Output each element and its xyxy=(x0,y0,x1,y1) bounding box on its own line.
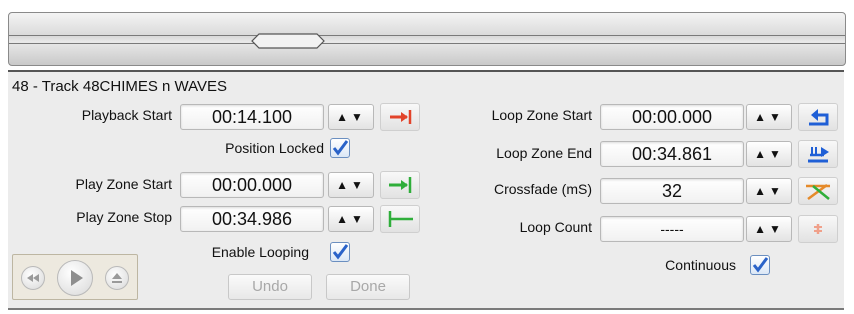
playback-start-field[interactable]: 00:14.100 xyxy=(180,104,324,130)
waveform-scroll-bar[interactable] xyxy=(8,12,846,66)
loop-zone-start-field[interactable]: 00:00.000 xyxy=(600,104,744,130)
loop-count-icon xyxy=(814,224,822,234)
rewind-button[interactable] xyxy=(21,266,45,290)
loop-zone-end-label: Loop Zone End xyxy=(496,145,592,161)
rewind-icon xyxy=(27,274,39,282)
position-locked-label: Position Locked xyxy=(225,140,324,156)
loop-zone-end-stepper[interactable]: ▲▼ xyxy=(746,141,792,167)
play-zone-stop-stepper[interactable]: ▲▼ xyxy=(328,206,374,232)
crossfade-icon xyxy=(806,183,830,201)
play-zone-stop-field[interactable]: 00:34.986 xyxy=(180,206,324,232)
transport-controls xyxy=(12,254,138,300)
position-locked-checkbox[interactable] xyxy=(330,138,350,158)
loop-count-label: Loop Count xyxy=(519,219,592,235)
set-playback-start-button[interactable] xyxy=(380,103,420,131)
play-icon xyxy=(71,270,83,286)
checkmark-icon xyxy=(332,140,349,156)
scroll-grip-handle[interactable] xyxy=(251,33,325,49)
set-zone-start-button[interactable] xyxy=(380,171,420,199)
loop-zone-start-label: Loop Zone Start xyxy=(491,107,592,123)
checkmark-icon xyxy=(332,244,349,260)
checkmark-icon xyxy=(752,257,769,273)
undo-button[interactable]: Undo xyxy=(228,274,312,300)
eject-button[interactable] xyxy=(105,266,129,290)
track-title: 48 - Track 48CHIMES n WAVES xyxy=(12,78,228,95)
loop-zone-start-stepper[interactable]: ▲▼ xyxy=(746,104,792,130)
playback-start-stepper[interactable]: ▲▼ xyxy=(328,104,374,130)
loop-count-stepper[interactable]: ▲▼ xyxy=(746,216,792,242)
loop-count-button[interactable] xyxy=(798,215,838,243)
play-zone-start-field[interactable]: 00:00.000 xyxy=(180,172,324,198)
crossfade-stepper[interactable]: ▲▼ xyxy=(746,178,792,204)
loop-end-icon xyxy=(808,147,829,163)
scroll-rail-bottom xyxy=(9,43,845,44)
set-playback-start-icon xyxy=(390,110,412,124)
set-zone-stop-icon xyxy=(388,211,413,227)
track-settings-window: 48 - Track 48CHIMES n WAVES Playback Sta… xyxy=(0,0,854,314)
playback-start-label: Playback Start xyxy=(81,107,172,123)
scroll-rail-top xyxy=(9,35,845,36)
continuous-checkbox[interactable] xyxy=(750,255,770,275)
set-zone-start-icon xyxy=(389,177,412,193)
done-button[interactable]: Done xyxy=(326,274,410,300)
eject-icon xyxy=(112,273,122,283)
loop-zone-end-field[interactable]: 00:34.861 xyxy=(600,141,744,167)
crossfade-button[interactable] xyxy=(798,177,838,205)
play-zone-start-stepper[interactable]: ▲▼ xyxy=(328,172,374,198)
set-loop-start-button[interactable] xyxy=(798,103,838,131)
crossfade-field[interactable]: 32 xyxy=(600,178,744,204)
loop-start-icon xyxy=(809,109,829,126)
play-zone-start-label: Play Zone Start xyxy=(75,176,173,192)
enable-looping-label: Enable Looping xyxy=(211,244,309,260)
play-button[interactable] xyxy=(57,260,93,296)
enable-looping-checkbox[interactable] xyxy=(330,242,350,262)
crossfade-label: Crossfade (mS) xyxy=(493,181,592,197)
set-loop-end-button[interactable] xyxy=(798,140,838,168)
set-zone-stop-button[interactable] xyxy=(380,205,420,233)
continuous-label: Continuous xyxy=(665,257,736,273)
play-zone-stop-label: Play Zone Stop xyxy=(76,209,172,225)
loop-count-field[interactable]: ----- xyxy=(600,216,744,242)
